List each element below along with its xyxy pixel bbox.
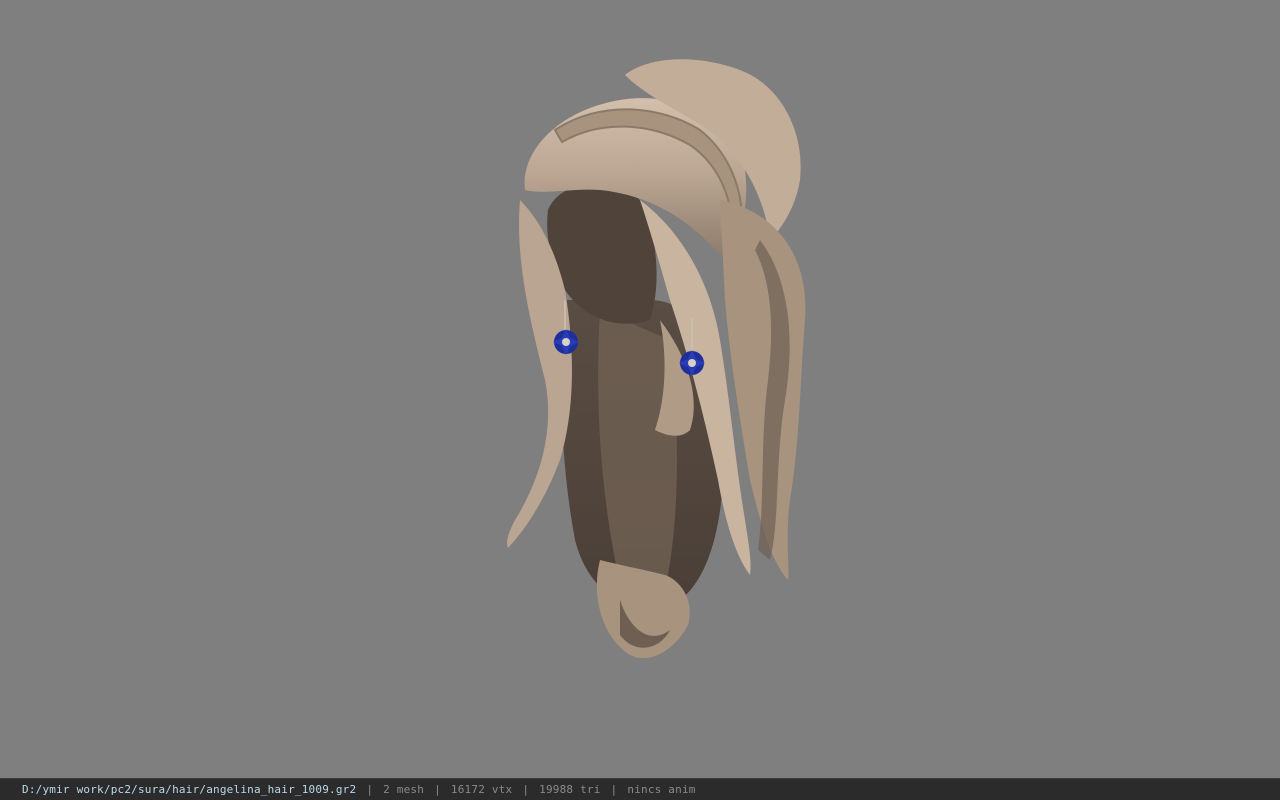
3d-viewport[interactable] — [0, 0, 1280, 778]
animation-status: nincs anim — [627, 783, 696, 796]
status-bar: D:/ymir work/pc2/sura/hair/angelina_hair… — [0, 778, 1280, 800]
hair-model-render[interactable] — [0, 0, 1280, 778]
status-separator: | — [366, 783, 374, 796]
status-separator: | — [522, 783, 530, 796]
triangle-count: 19988 tri — [539, 783, 601, 796]
file-path: D:/ymir work/pc2/sura/hair/angelina_hair… — [22, 783, 357, 796]
status-separator: | — [610, 783, 618, 796]
mesh-count: 2 mesh — [383, 783, 425, 796]
status-separator: | — [434, 783, 441, 796]
vertex-count: 16172 vtx — [450, 783, 513, 796]
